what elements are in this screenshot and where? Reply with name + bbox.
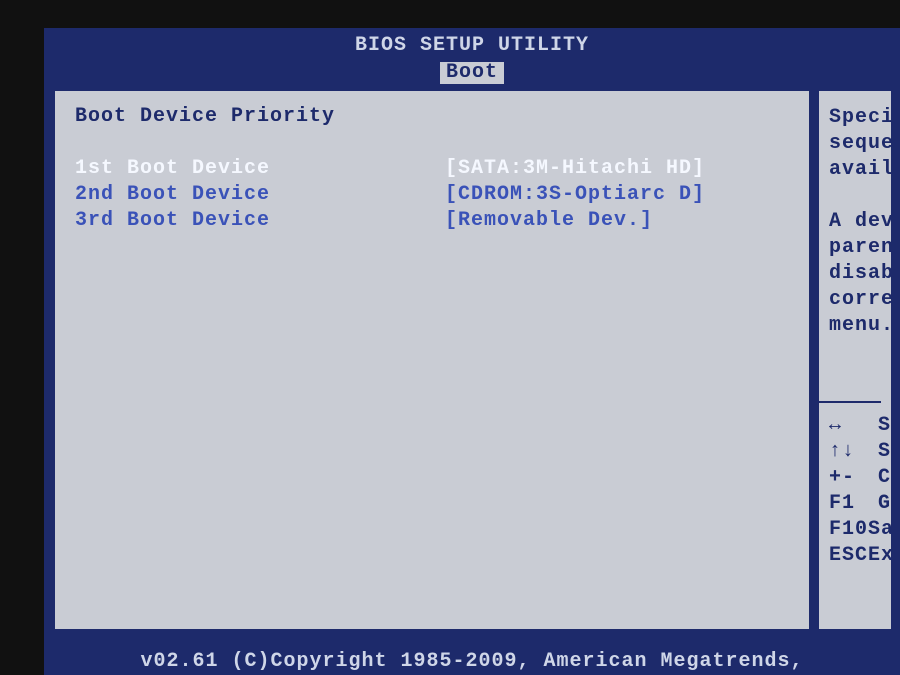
panel-row: Boot Device Priority 1st Boot Device [SA… — [44, 88, 900, 632]
boot-item-2[interactable]: 2nd Boot Device [CDROM:3S-Optiarc D] — [75, 182, 793, 208]
key-hint-f10-desc: Sa — [868, 517, 894, 543]
help-line-7: corres — [829, 287, 891, 313]
boot-item-2-value: [CDROM:3S-Optiarc D] — [445, 182, 793, 208]
boot-item-3-value: [Removable Dev.] — [445, 208, 793, 234]
boot-item-2-label: 2nd Boot Device — [75, 182, 445, 208]
help-line-6: disabl — [829, 261, 891, 287]
key-esc-label: ESC — [829, 543, 868, 569]
help-panel: Speci seque avail A dev parent disabl co… — [816, 88, 894, 632]
key-hint-nav-lr-desc: S — [878, 413, 891, 439]
arrows-ud-icon: ↑↓ — [829, 439, 878, 465]
key-f10-label: F10 — [829, 517, 868, 543]
help-line-2: avail — [829, 157, 891, 183]
tab-boot[interactable]: Boot — [440, 62, 504, 84]
help-line-5: parent — [829, 235, 891, 261]
boot-item-1[interactable]: 1st Boot Device [SATA:3M-Hitachi HD] — [75, 156, 793, 182]
help-line-0: Speci — [829, 105, 891, 131]
boot-item-1-label: 1st Boot Device — [75, 156, 445, 182]
key-hint-nav-lr: ↔ S — [829, 413, 891, 439]
boot-item-3-label: 3rd Boot Device — [75, 208, 445, 234]
key-hint-esc: ESC Ex — [829, 543, 891, 569]
key-hint-f1-desc: G — [878, 491, 891, 517]
key-f1-label: F1 — [829, 491, 878, 517]
monitor-bezel: BIOS SETUP UTILITY Boot Boot Device Prio… — [0, 0, 900, 675]
main-panel: Boot Device Priority 1st Boot Device [SA… — [52, 88, 812, 632]
key-hint-esc-desc: Ex — [868, 543, 894, 569]
help-line-3 — [829, 183, 891, 209]
help-line-8: menu. — [829, 313, 891, 339]
help-line-4: A dev — [829, 209, 891, 235]
bios-screen: BIOS SETUP UTILITY Boot Boot Device Prio… — [44, 28, 900, 675]
footer-copyright: v02.61 (C)Copyright 1985-2009, American … — [44, 650, 900, 675]
key-hint-nav-ud-desc: S — [878, 439, 891, 465]
help-line-1: seque — [829, 131, 891, 157]
plus-minus-icon: +- — [829, 465, 878, 491]
key-hint-change-desc: C — [878, 465, 891, 491]
key-hint-f1: F1 G — [829, 491, 891, 517]
key-hint-f10: F10 Sa — [829, 517, 891, 543]
tab-row: Boot — [44, 61, 900, 84]
title-bar: BIOS SETUP UTILITY — [44, 28, 900, 59]
help-divider — [819, 401, 881, 403]
key-hint-change: +- C — [829, 465, 891, 491]
boot-item-3[interactable]: 3rd Boot Device [Removable Dev.] — [75, 208, 793, 234]
section-title: Boot Device Priority — [75, 105, 793, 128]
key-hint-nav-ud: ↑↓ S — [829, 439, 891, 465]
boot-item-1-value: [SATA:3M-Hitachi HD] — [445, 156, 793, 182]
arrows-lr-icon: ↔ — [829, 413, 878, 439]
app-title: BIOS SETUP UTILITY — [355, 34, 589, 59]
